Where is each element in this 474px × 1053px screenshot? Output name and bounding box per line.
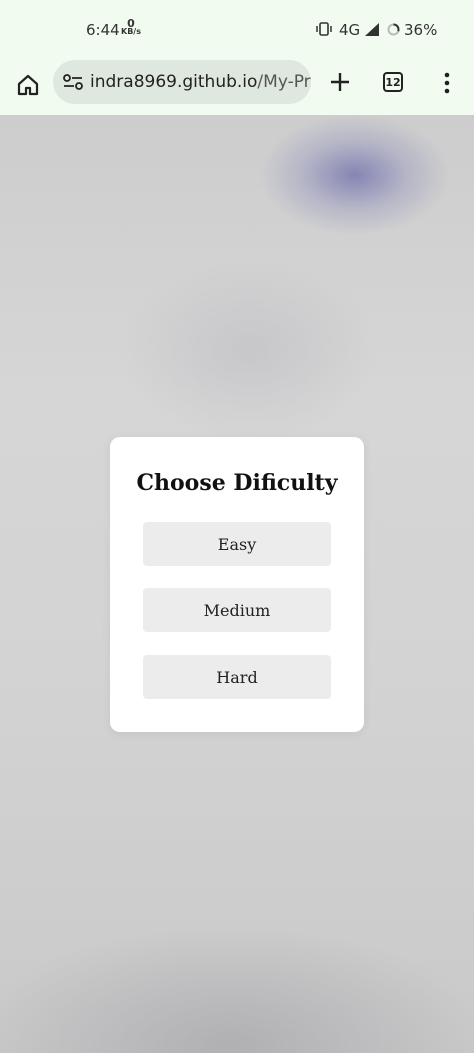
medium-button[interactable]: Medium: [143, 588, 331, 632]
site-settings-icon[interactable]: [62, 71, 84, 93]
battery-ring-icon: [387, 23, 400, 36]
hard-button[interactable]: Hard: [143, 655, 331, 699]
page-content: Choose Dificulty Easy Medium Hard: [0, 115, 474, 1053]
url-text: indra8969.github.io/My-Prc: [90, 72, 311, 92]
url-path: /My-Prc: [257, 72, 311, 92]
network-speed-unit: KB/s: [121, 27, 141, 36]
more-menu-icon[interactable]: [440, 70, 454, 96]
url-domain: indra8969.github.io: [90, 72, 258, 92]
browser-toolbar: indra8969.github.io/My-Prc 12: [0, 60, 474, 115]
status-time: 6:44: [86, 21, 120, 39]
home-icon: [17, 74, 39, 96]
address-bar[interactable]: indra8969.github.io/My-Prc: [53, 60, 311, 104]
difficulty-dialog: Choose Dificulty Easy Medium Hard: [110, 437, 364, 732]
network-type: 4G: [339, 21, 361, 39]
new-tab-icon[interactable]: [326, 68, 354, 96]
home-button[interactable]: [13, 70, 43, 100]
network-speed: 0 KB/s: [121, 18, 141, 36]
dialog-title: Choose Dificulty: [136, 470, 338, 496]
battery-level: 36%: [404, 21, 438, 39]
easy-button[interactable]: Easy: [143, 522, 331, 566]
status-bar: 6:44 0 KB/s 4G 36%: [0, 0, 474, 60]
vibrate-icon: [316, 22, 332, 36]
signal-icon: [365, 23, 379, 36]
tab-switcher-button[interactable]: 12: [383, 72, 403, 92]
